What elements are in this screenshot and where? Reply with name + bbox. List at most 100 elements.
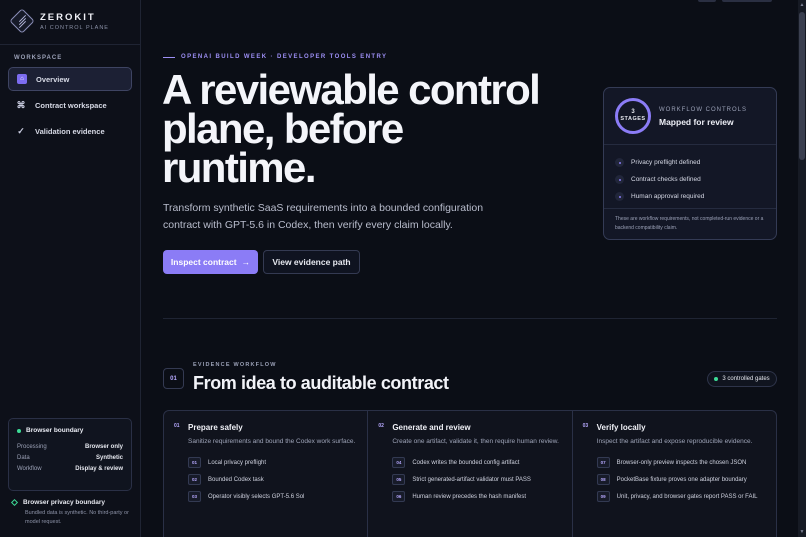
scroll-down-icon[interactable]: ▼ bbox=[799, 529, 805, 535]
sidebar: ZEROKIT AI CONTROL PLANE WORKSPACE ⌂ Ove… bbox=[0, 0, 141, 537]
stage-number: 01 bbox=[174, 423, 180, 429]
boundary-row: Processing Browser only bbox=[17, 444, 123, 450]
step-item: 04 Codex writes the bounded config artifa… bbox=[392, 454, 531, 471]
controls-title: Mapped for review bbox=[659, 117, 734, 127]
step-badge: 01 bbox=[188, 457, 201, 468]
step-badge: 05 bbox=[392, 474, 406, 485]
privacy-note: Browser privacy boundary Bundled data is… bbox=[10, 498, 132, 526]
step-text: Bounded Codex task bbox=[208, 476, 264, 483]
button-label: View evidence path bbox=[272, 257, 351, 267]
inspect-contract-button[interactable]: Inspect contract → bbox=[163, 250, 258, 274]
item-text: Privacy preflight defined bbox=[631, 159, 701, 166]
controls-eyebrow: WORKFLOW CONTROLS bbox=[659, 107, 748, 113]
privacy-title: Browser privacy boundary bbox=[23, 499, 105, 506]
hero-description: Transform synthetic SaaS requirements in… bbox=[163, 202, 484, 231]
section-divider bbox=[163, 318, 777, 319]
list-item: Privacy preflight defined bbox=[615, 154, 704, 171]
step-badge: 03 bbox=[188, 491, 201, 502]
step-text: Browser-only preview inspects the chosen… bbox=[616, 459, 747, 466]
ring-number: 3 bbox=[631, 109, 635, 115]
step-item: 02 Bounded Codex task bbox=[188, 471, 304, 488]
command-icon: ⌘ bbox=[16, 99, 26, 110]
sidebar-item-label: Overview bbox=[36, 74, 70, 84]
stage-title: Prepare safely bbox=[188, 423, 243, 432]
ring-label: STAGES bbox=[620, 116, 646, 122]
stage-steps: 01 Local privacy preflight 02 Bounded Code… bbox=[188, 454, 304, 505]
topbar-edge bbox=[698, 0, 772, 2]
stage-title: Verify locally bbox=[596, 423, 646, 432]
hero-title: A reviewable control plane, before runti… bbox=[162, 66, 541, 191]
brand-subtitle: AI CONTROL PLANE bbox=[40, 24, 109, 31]
step-badge: 07 bbox=[596, 457, 610, 468]
view-evidence-path-button[interactable]: View evidence path bbox=[263, 250, 360, 274]
step-text: Unit, privacy, and browser gates report … bbox=[616, 493, 758, 500]
step-text: Human review precedes the hash manifest bbox=[412, 493, 527, 500]
step-text: PocketBase fixture proves one adapter bo… bbox=[616, 476, 747, 483]
sidebar-divider bbox=[0, 44, 140, 45]
section-number: 01 bbox=[163, 368, 184, 389]
bullet-icon bbox=[615, 192, 624, 201]
boundary-row: Data Synthetic bbox=[17, 455, 123, 461]
diamond-icon bbox=[10, 498, 19, 507]
stage-card: 01 Prepare safely Sanitize requirements … bbox=[164, 411, 369, 537]
privacy-text: Bundled data is synthetic. No third-part… bbox=[25, 510, 129, 525]
boundary-row: Workflow Display & review bbox=[17, 466, 123, 472]
stage-steps: 07 Browser-only preview inspects the chos… bbox=[596, 454, 758, 505]
divider bbox=[604, 208, 776, 209]
brand[interactable]: ZEROKIT AI CONTROL PLANE bbox=[9, 8, 109, 34]
step-text: Operator visibly selects GPT-5.6 Sol bbox=[208, 493, 305, 500]
gates-badge: 3 controlled gates bbox=[707, 371, 777, 387]
vertical-scrollbar[interactable]: ▲ ▼ bbox=[798, 0, 806, 537]
step-item: 01 Local privacy preflight bbox=[188, 454, 304, 471]
controls-note: These are workflow requirements, not com… bbox=[615, 216, 764, 231]
list-item: Contract checks defined bbox=[615, 171, 704, 188]
stage-title: Generate and review bbox=[392, 423, 471, 432]
step-badge: 04 bbox=[392, 457, 406, 468]
sidebar-item-overview[interactable]: ⌂ Overview bbox=[8, 67, 132, 91]
step-text: Local privacy preflight bbox=[208, 459, 267, 466]
status-dot bbox=[17, 428, 21, 433]
stage-card: 03 Verify locally Inspect the artifact a… bbox=[573, 411, 776, 537]
step-item: 03 Operator visibly selects GPT-5.6 Sol bbox=[188, 488, 304, 505]
boundary-value: Browser only bbox=[84, 444, 123, 450]
workspace-label: WORKSPACE bbox=[14, 55, 63, 61]
item-text: Contract checks defined bbox=[631, 176, 701, 183]
boundary-key: Processing bbox=[17, 444, 47, 450]
gates-text: 3 controlled gates bbox=[722, 376, 770, 382]
stage-number: 03 bbox=[582, 423, 589, 429]
step-item: 06 Human review precedes the hash manifes… bbox=[392, 488, 531, 505]
stage-description: Create one artifact, validate it, then r… bbox=[392, 438, 559, 445]
bullet-icon bbox=[615, 175, 624, 184]
list-item: Human approval required bbox=[615, 188, 704, 205]
step-text: Strict generated-artifact validator must… bbox=[412, 476, 531, 483]
boundary-key: Workflow bbox=[17, 466, 42, 472]
step-item: 05 Strict generated-artifact validator mu… bbox=[392, 471, 531, 488]
step-badge: 09 bbox=[596, 491, 610, 502]
divider bbox=[604, 144, 776, 145]
step-item: 09 Unit, privacy, and browser gates repor… bbox=[596, 488, 758, 505]
workflow-title: From idea to auditable contract bbox=[193, 373, 449, 393]
boundary-value: Display & review bbox=[75, 466, 123, 472]
arrow-right-icon: → bbox=[241, 257, 251, 267]
bullet-icon bbox=[615, 158, 624, 167]
scrollbar-thumb[interactable] bbox=[799, 12, 805, 160]
controls-list: Privacy preflight defined Contract check… bbox=[615, 154, 704, 205]
boundary-value: Synthetic bbox=[95, 455, 123, 461]
sidebar-item-validation-evidence[interactable]: ✓ Validation evidence bbox=[8, 119, 132, 143]
main-content: OPENAI BUILD WEEK · DEVELOPER TOOLS ENTR… bbox=[141, 0, 798, 537]
home-icon: ⌂ bbox=[17, 74, 27, 84]
stages-ring: 3 STAGES bbox=[615, 98, 651, 134]
sidebar-item-label: Contract workspace bbox=[35, 100, 107, 110]
workflow-controls-card: 3 STAGES WORKFLOW CONTROLS Mapped for re… bbox=[603, 87, 777, 240]
sidebar-item-label: Validation evidence bbox=[35, 126, 105, 136]
scroll-up-icon[interactable]: ▲ bbox=[799, 2, 805, 8]
check-icon: ✓ bbox=[17, 125, 25, 136]
boundary-key: Data bbox=[17, 455, 30, 461]
stage-steps: 04 Codex writes the bounded config artifa… bbox=[392, 454, 531, 505]
button-label: Inspect contract bbox=[170, 257, 237, 267]
workflow-eyebrow: EVIDENCE WORKFLOW bbox=[193, 362, 277, 368]
brand-name: ZEROKIT bbox=[40, 11, 96, 23]
browser-boundary-card: Browser boundary Processing Browser only… bbox=[8, 418, 132, 491]
step-text: Codex writes the bounded config artifact bbox=[412, 459, 520, 466]
sidebar-item-contract-workspace[interactable]: ⌘ Contract workspace bbox=[8, 93, 132, 117]
